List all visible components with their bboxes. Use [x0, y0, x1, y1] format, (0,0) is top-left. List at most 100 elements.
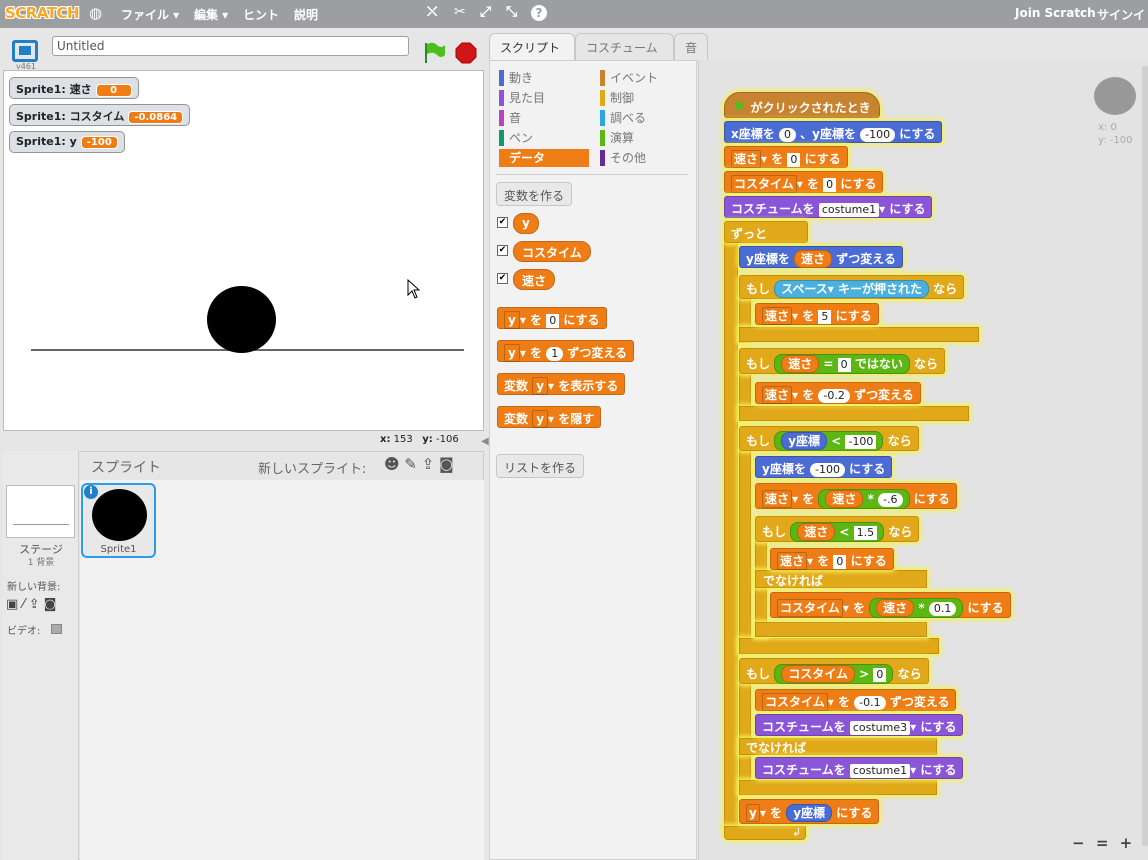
category-more[interactable]: その他: [600, 149, 646, 167]
sign-in-link[interactable]: サインイ: [1097, 6, 1145, 23]
ball-sprite[interactable]: [207, 286, 276, 353]
tab-scripts[interactable]: スクリプト: [489, 33, 575, 60]
reporter-y[interactable]: y: [513, 213, 539, 234]
grow-icon[interactable]: ⤢: [480, 4, 491, 20]
change-speed-block[interactable]: 速さ ▾ を -0.2 ずつ変える: [755, 382, 921, 404]
variable-monitor-y[interactable]: Sprite1: y -100: [9, 131, 125, 153]
file-menu[interactable]: ファイル ▾: [121, 6, 179, 23]
switch-costume-block-1b[interactable]: コスチュームを costume1 ▾ にする: [755, 757, 964, 779]
shrink-icon[interactable]: ⤡: [506, 4, 517, 20]
category-sensing[interactable]: 調べる: [600, 109, 646, 127]
edit-menu[interactable]: 編集 ▾: [194, 6, 228, 23]
paint-backdrop-icon[interactable]: ▣: [6, 597, 18, 612]
camera-icon[interactable]: ◙: [44, 597, 57, 612]
category-operators[interactable]: 演算: [600, 129, 634, 147]
sprite-preview-icon: [1094, 77, 1136, 115]
zoom-reset-icon[interactable]: =: [1096, 834, 1109, 852]
sprite-library-icon[interactable]: ☻: [384, 455, 400, 473]
set-speed-multiply-block[interactable]: 速さ ▾ を 速さ * -.6 にする: [755, 483, 957, 509]
camera-sprite-icon[interactable]: ◙: [439, 455, 454, 473]
join-scratch-link[interactable]: Join Scratch: [1015, 6, 1096, 20]
collapse-arrow-icon[interactable]: ◀: [481, 436, 489, 450]
upload-sprite-icon[interactable]: ⇪: [422, 455, 435, 473]
reporter-speed[interactable]: 速さ: [513, 269, 556, 290]
palette-set-variable-block[interactable]: y ▾ を 0 にする: [497, 307, 607, 329]
if-costime-greater-block[interactable]: もし コスタイム > 0 なら: [739, 658, 929, 684]
paint-sprite-icon[interactable]: ✎: [404, 455, 417, 473]
if-y-less-block[interactable]: もし y座標 < -100 なら: [739, 426, 919, 451]
sprite1-thumbnail[interactable]: Sprite1 i: [81, 483, 156, 558]
stop-icon[interactable]: [455, 42, 477, 64]
mouse-coords: x: 153 y: -106: [380, 434, 459, 445]
set-speed-5-block[interactable]: 速さ ▾ を 5 にする: [755, 303, 879, 325]
change-costime-block[interactable]: コスタイム ▾ を -0.1 ずつ変える: [755, 689, 957, 711]
palette-show-variable-block[interactable]: 変数 y ▾ を表示する: [497, 373, 626, 395]
zoom-out-icon[interactable]: −: [1072, 834, 1085, 852]
checkbox-y[interactable]: ✔: [497, 217, 508, 228]
sprite1-label: Sprite1: [100, 544, 137, 555]
stage-canvas[interactable]: Sprite1: 速さ 0 Sprite1: コスタイム -0.0864 Sprit…: [3, 70, 484, 431]
duplicate-icon[interactable]: ⛌: [427, 4, 437, 20]
help-icon[interactable]: ?: [531, 5, 547, 21]
category-motion[interactable]: 動き: [499, 69, 533, 87]
if3-arm: [739, 450, 751, 654]
hints-menu[interactable]: ヒント: [243, 6, 279, 23]
variable-monitor-speed[interactable]: Sprite1: 速さ 0: [9, 77, 139, 99]
palette-hide-variable-block[interactable]: 変数 y ▾ を隠す: [497, 406, 602, 428]
checkbox-speed[interactable]: ✔: [497, 273, 508, 284]
zoom-in-icon[interactable]: +: [1120, 834, 1133, 852]
stage-thumbnail[interactable]: [6, 485, 75, 538]
make-list-button[interactable]: リストを作る: [496, 454, 585, 478]
make-variable-button[interactable]: 変数を作る: [496, 182, 573, 206]
if-speed-less-block[interactable]: もし 速さ < 1.5 なら: [755, 516, 920, 542]
forever-block[interactable]: ずっと: [724, 221, 808, 243]
scratch-logo[interactable]: SCRATCH: [5, 4, 80, 22]
category-sound[interactable]: 音: [499, 109, 521, 127]
palette-change-variable-block[interactable]: y ▾ を 1 ずつ変える: [497, 340, 635, 362]
switch-costume-block-1[interactable]: コスチュームを costume1 ▾ にする: [724, 196, 933, 218]
switch-costume-block-3[interactable]: コスチュームを costume3 ▾ にする: [755, 714, 964, 736]
if3-bottom: [739, 638, 939, 654]
checkbox-costime[interactable]: ✔: [497, 245, 508, 256]
variable-monitor-costime[interactable]: Sprite1: コスタイム -0.0864: [9, 104, 191, 126]
brush-icon[interactable]: ⁄: [22, 597, 24, 612]
fullscreen-icon[interactable]: [12, 40, 38, 62]
about-menu[interactable]: 説明: [294, 6, 318, 23]
mouse-cursor-icon: [407, 279, 421, 299]
category-pen[interactable]: ペン: [499, 129, 533, 147]
set-speed-0-block[interactable]: 速さ ▾ を 0 にする: [770, 548, 894, 570]
new-sprite-label: 新しいスプライト:: [258, 462, 367, 477]
when-flag-clicked-block[interactable]: ⚑ がクリックされたとき: [724, 92, 880, 118]
set-costime-block[interactable]: コスタイム ▾ を 0 にする: [724, 171, 884, 193]
info-icon[interactable]: i: [84, 485, 98, 499]
change-y-block[interactable]: y座標を 速さ ずつ変える: [739, 246, 903, 268]
set-speed-block[interactable]: 速さ ▾ を 0 にする: [724, 146, 848, 168]
sprite-x-info: x: 0: [1098, 122, 1117, 133]
if-key-pressed-block[interactable]: もし スペース▾ キーが押された なら: [739, 275, 965, 299]
tab-costumes[interactable]: コスチューム: [575, 33, 674, 60]
set-costime-multiply-block[interactable]: コスタイム ▾ を 速さ * 0.1 にする: [770, 592, 1011, 618]
category-looks[interactable]: 見た目: [499, 89, 545, 107]
category-data[interactable]: データ: [499, 149, 589, 167]
project-title-input[interactable]: [52, 36, 409, 56]
upload-backdrop-icon[interactable]: ⇪: [29, 597, 40, 612]
set-y-block[interactable]: y座標を -100 にする: [755, 456, 893, 478]
globe-icon[interactable]: ◍: [89, 4, 102, 22]
category-control[interactable]: 制御: [600, 89, 634, 107]
forever-arm: [724, 240, 738, 832]
cut-icon[interactable]: ✂: [454, 4, 466, 20]
tab-sounds[interactable]: 音: [674, 33, 708, 60]
menu-bar: SCRATCH ◍ ファイル ▾ 編集 ▾ ヒント 説明 ⛌ ✂ ⤢ ⤡ ? J…: [0, 0, 1148, 28]
sprite-y-info: y: -100: [1098, 135, 1133, 146]
video-icon[interactable]: [51, 624, 62, 634]
green-flag-icon[interactable]: [423, 41, 445, 65]
if-not-equal-block[interactable]: もし 速さ = 0 ではない なら: [739, 348, 946, 374]
category-events[interactable]: イベント: [600, 69, 658, 87]
goto-xy-block[interactable]: x座標を 0 、y座標を -100 にする: [724, 121, 943, 143]
reporter-costime[interactable]: コスタイム: [513, 241, 591, 262]
vertical-scrollbar[interactable]: [1142, 66, 1148, 846]
set-y-variable-block[interactable]: y ▾ を y座標 にする: [739, 799, 880, 824]
if1-bottom: [739, 327, 979, 342]
green-flag-icon: ⚑: [733, 98, 747, 116]
sprites-header: スプライト: [91, 460, 161, 476]
